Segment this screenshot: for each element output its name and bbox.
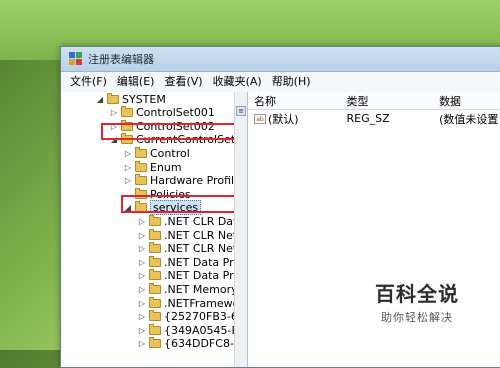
tree-scrollbar[interactable]: ≡: [234, 92, 247, 367]
tree-item[interactable]: ▷{25270FB3-6C35: [137, 310, 247, 324]
expand-arrow-icon[interactable]: ▷: [123, 149, 133, 158]
tree-item-label: .NET CLR Data: [164, 214, 245, 228]
folder-icon: [107, 92, 119, 104]
tree-item[interactable]: ▷ .NETFramework: [137, 296, 247, 310]
watermark-title: 百科全说: [375, 282, 459, 306]
collapse-arrow-icon[interactable]: ◢: [95, 95, 105, 104]
expand-arrow-icon[interactable]: ▷: [137, 339, 147, 348]
folder-icon: [149, 214, 161, 226]
expand-arrow-icon[interactable]: ▷: [109, 108, 119, 117]
tree-item[interactable]: ▷ .NET CLR Netwo: [137, 242, 247, 256]
column-data[interactable]: 数据: [433, 93, 500, 109]
title-bar[interactable]: 注册表编辑器: [61, 47, 500, 72]
tree-item[interactable]: ◢ SYSTEM: [95, 92, 166, 106]
tree-item[interactable]: ▷ {634DDFC8-348: [137, 337, 247, 351]
expand-arrow-icon[interactable]: ▷: [137, 285, 147, 294]
folder-icon: [149, 255, 161, 267]
value-data: (数值未设置: [439, 112, 499, 126]
expand-arrow-icon[interactable]: ▷: [137, 217, 147, 226]
values-list[interactable]: 名称 类型 数据 ab (默认) REG_SZ (数值未设置: [248, 92, 500, 367]
expand-arrow-icon[interactable]: ▷: [137, 231, 147, 240]
column-type[interactable]: 类型: [341, 93, 434, 109]
expand-arrow-icon[interactable]: ▷: [137, 271, 147, 280]
window-title: 注册表编辑器: [88, 53, 154, 66]
tree-item[interactable]: ▷ .NET Memory C: [137, 282, 247, 296]
expand-arrow-icon[interactable]: ▷: [137, 299, 147, 308]
expand-arrow-icon[interactable]: ▷: [123, 176, 133, 185]
highlight-current-control-set: [101, 123, 247, 140]
highlight-services: [121, 195, 247, 213]
folder-icon: [149, 282, 161, 294]
folder-icon: [135, 160, 147, 172]
tree-item[interactable]: ▷ .NET CLR Data: [137, 214, 244, 228]
tree-item[interactable]: ▷ Control: [123, 146, 190, 160]
folder-icon: [135, 146, 147, 158]
expand-arrow-icon[interactable]: ▷: [137, 258, 147, 267]
folder-icon: [149, 242, 161, 254]
folder-icon: [149, 310, 161, 322]
registry-tree[interactable]: ◢ SYSTEM ▷ ControlSet001 ▷ ControlSet002 ◢ Curr…: [61, 92, 248, 367]
tree-item-label: SYSTEM: [122, 92, 166, 106]
tree-item[interactable]: ▷{349A0545-E6E0: [137, 323, 247, 337]
expand-arrow-icon[interactable]: ▷: [137, 312, 147, 321]
expand-arrow-icon[interactable]: ▷: [123, 163, 133, 172]
tree-item[interactable]: ▷ Hardware Profiles: [123, 174, 247, 188]
folder-icon: [149, 269, 161, 281]
watermark-subtitle: 助你轻松解决: [381, 311, 453, 324]
tree-item[interactable]: ▷ ControlSet001: [109, 106, 215, 120]
list-item[interactable]: ab (默认) REG_SZ (数值未设置: [248, 110, 500, 127]
folder-icon: [149, 323, 161, 335]
folder-icon: [135, 174, 147, 186]
menu-help[interactable]: 帮助(H): [267, 72, 316, 92]
value-type: REG_SZ: [346, 112, 390, 125]
folder-icon: [121, 106, 133, 118]
folder-icon: [149, 337, 161, 349]
tree-item-label: Enum: [150, 160, 182, 174]
watermark: 百科全说 助你轻松解决: [362, 278, 472, 325]
menu-favorites[interactable]: 收藏夹(A): [208, 72, 267, 92]
tree-item[interactable]: ▷ .NET Data Provi: [137, 269, 247, 283]
menu-bar: 文件(F) 编辑(E) 查看(V) 收藏夹(A) 帮助(H): [61, 72, 500, 93]
expand-arrow-icon[interactable]: ▷: [137, 244, 147, 253]
string-value-icon: ab: [254, 113, 266, 124]
tree-item-label: ControlSet001: [136, 106, 215, 120]
value-name: (默认): [268, 112, 299, 126]
menu-file[interactable]: 文件(F): [65, 72, 112, 92]
folder-icon: [149, 296, 161, 308]
tree-item[interactable]: ▷ .NET Data Provi: [137, 255, 247, 269]
list-header: 名称 类型 数据: [248, 92, 500, 110]
tree-item[interactable]: ▷ Enum: [123, 160, 182, 174]
menu-view[interactable]: 查看(V): [159, 72, 207, 92]
folder-icon: [149, 228, 161, 240]
scroll-thumb[interactable]: ≡: [236, 106, 246, 116]
column-name[interactable]: 名称: [248, 93, 341, 109]
tree-item-label: Control: [150, 146, 190, 160]
tree-item-label: Hardware Profiles: [150, 174, 247, 188]
tree-item[interactable]: ▷ .NET CLR Netwo: [137, 228, 247, 242]
regedit-icon: [69, 52, 83, 66]
expand-arrow-icon[interactable]: ▷: [137, 326, 147, 335]
menu-edit[interactable]: 编辑(E): [112, 72, 160, 92]
